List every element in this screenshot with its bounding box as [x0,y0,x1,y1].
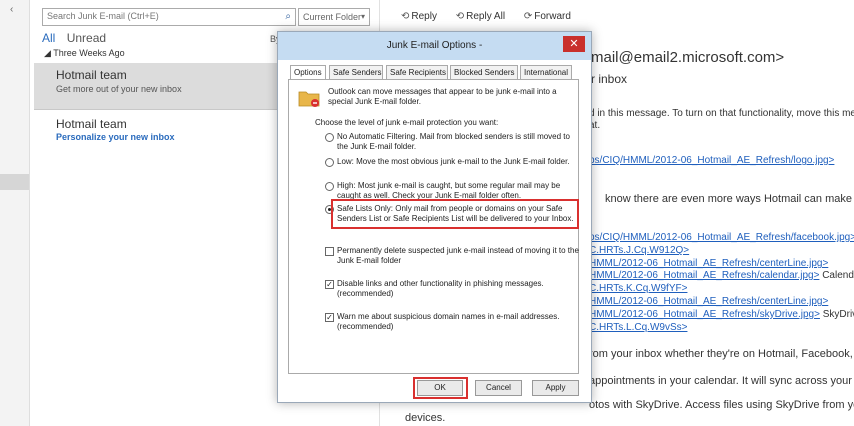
tab-options[interactable]: Options [290,65,326,80]
tab-blocked-senders[interactable]: Blocked Senders [450,65,518,79]
search-placeholder: Search Junk E-mail (Ctrl+E) [47,11,159,21]
tab-international[interactable]: International [520,65,572,79]
body-text: Calendar [822,270,854,281]
body-link-line: HMML/2012-06_Hotmail_AE_Refresh/skyDrive… [589,309,854,320]
body-link[interactable]: HMML/2012-06_Hotmail_AE_Refresh/skyDrive… [589,309,820,320]
folder-pane: ‹ [0,0,30,426]
body-link[interactable]: C.HRTs.K.Cq.W9fYF> [589,283,687,294]
body-text: otos with SkyDrive. Access files using S… [589,399,854,411]
body-link[interactable]: ps/CIQ/HMML/2012-06_Hotmail_AE_Refresh/f… [589,232,854,243]
body-text: appointments in your calendar. It will s… [589,375,854,387]
reply-icon: ⟲ [401,11,410,22]
tab-safe-recipients[interactable]: Safe Recipients [386,65,448,79]
reply-all-icon: ⟲ [455,11,465,22]
body-link[interactable]: C.HRTs.J.Cq.W912Q> [589,245,689,256]
search-scope-value: Current Folder [303,12,362,22]
body-link[interactable]: HMML/2012-06_Hotmail_AE_Refresh/centerLi… [589,258,828,269]
checkbox-warn-domains[interactable]: ✓ [325,313,334,322]
close-button[interactable]: ✕ [563,36,585,52]
radio-high[interactable] [325,182,334,191]
checkbox-permanently-delete[interactable] [325,247,334,256]
reply-button[interactable]: ⟲ Reply [401,11,445,22]
body-link[interactable]: ps/CIQ/HMML/2012-06_Hotmail_AE_Refresh/l… [589,155,834,166]
checkbox-label-disable-links: Disable links and other functionality in… [337,279,544,298]
selected-folder[interactable] [0,174,29,190]
checkbox-disable-links[interactable]: ✓ [325,280,334,289]
radio-low[interactable] [325,158,334,167]
protection-level-label: Choose the level of junk e-mail protecti… [315,118,499,127]
body-link[interactable]: HMML/2012-06_Hotmail_AE_Refresh/centerLi… [589,296,828,307]
sender-address: mail@email2.microsoft.com> [591,49,785,66]
body-text: SkyDrive [822,309,854,320]
dialog-titlebar[interactable]: Junk E-mail Options - ✕ [278,32,591,60]
message-folder: r inbox [591,72,628,86]
dialog-title: Junk E-mail Options - [386,40,483,51]
reply-label: Reply [411,11,437,22]
body-link[interactable]: HMML/2012-06_Hotmail_AE_Refresh/calendar… [589,270,819,281]
apply-button[interactable]: Apply [532,380,579,396]
forward-button[interactable]: ⟳ Forward [524,11,579,22]
body-text: know there are even more ways Hotmail ca… [605,193,854,205]
body-text: rom your inbox whether they're on Hotmai… [589,348,854,360]
body-text: d in this message. To turn on that funct… [589,108,854,119]
checkbox-label-warn-domains: Warn me about suspicious domain names in… [337,312,560,331]
body-text: devices. [405,412,446,424]
body-link-line: HMML/2012-06_Hotmail_AE_Refresh/calendar… [589,270,854,281]
filter-bar: All Unread [42,31,106,45]
tab-safe-senders[interactable]: Safe Senders [329,65,383,79]
radio-label-low: Low: Move the most obvious junk e-mail t… [337,157,570,166]
search-input[interactable]: Search Junk E-mail (Ctrl+E) ⌕ [42,8,296,26]
filter-all[interactable]: All [42,31,55,45]
search-scope-dropdown[interactable]: Current Folder ▾ [298,8,370,26]
search-icon[interactable]: ⌕ [285,11,291,22]
group-header[interactable]: ◢ Three Weeks Ago [44,48,125,59]
junk-email-options-dialog: Junk E-mail Options - ✕ Options Safe Sen… [277,31,592,403]
highlight-box-ok [413,377,468,399]
dialog-description: Outlook can move messages that appear to… [328,87,557,106]
forward-icon: ⟳ [523,11,533,22]
radio-label-no-filtering: No Automatic Filtering. Mail from blocke… [337,132,570,151]
radio-label-high: High: Most junk e-mail is caught, but so… [337,181,561,200]
highlight-box [331,199,579,229]
radio-no-filtering[interactable] [325,133,334,142]
collapse-pane-icon[interactable]: ‹ [10,4,13,15]
message-actions: ⟲ Reply ⟲ Reply All ⟳ Forward [401,11,587,22]
chevron-down-icon: ▾ [360,12,365,21]
reply-all-label: Reply All [466,11,506,22]
cancel-button[interactable]: Cancel [475,380,522,396]
reply-all-button[interactable]: ⟲ Reply All [456,11,513,22]
forward-label: Forward [534,11,571,22]
checkbox-label-permanently-delete: Permanently delete suspected junk e-mail… [337,246,579,265]
junk-folder-icon [298,91,320,107]
body-link[interactable]: C.HRTs.L.Cq.W9vSs> [589,322,687,333]
filter-unread[interactable]: Unread [67,31,106,45]
